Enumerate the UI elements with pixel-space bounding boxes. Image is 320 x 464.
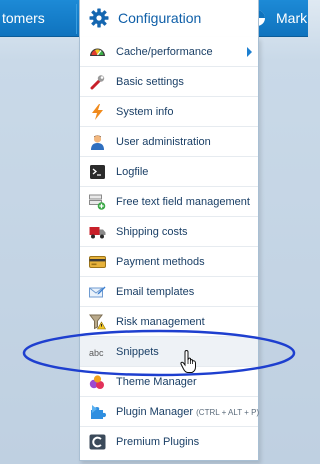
menu-item-premium-plugins[interactable]: Premium Plugins	[80, 427, 258, 457]
top-nav-customers-label: tomers	[2, 10, 45, 26]
menu-item-label: Shipping costs	[116, 226, 188, 238]
top-nav-configuration[interactable]: Configuration	[79, 0, 259, 38]
menu-item-label: Basic settings	[116, 76, 184, 88]
truck-icon	[89, 227, 106, 239]
keyboard-shortcut-hint: (CTRL + ALT + P)	[196, 408, 260, 417]
top-nav-marketing-label: Mark	[276, 10, 308, 26]
gear-icon	[89, 8, 109, 28]
menu-item-user-administration[interactable]: User administration	[80, 127, 258, 157]
submenu-arrow-icon	[247, 47, 252, 57]
theme-icon	[89, 375, 104, 389]
menu-item-free-text-field-management[interactable]: Free text field management	[80, 187, 258, 217]
svg-text:abc: abc	[89, 348, 104, 358]
menu-item-plugin-manager[interactable]: Plugin Manager (CTRL + ALT + P)	[80, 397, 259, 427]
menu-item-label: Theme Manager	[116, 376, 197, 388]
top-nav-marketing[interactable]: Mark	[276, 0, 307, 37]
credit-card-icon	[89, 256, 106, 268]
text-field-add-icon	[89, 194, 106, 210]
wrench-icon	[90, 75, 105, 90]
abc-icon: abc	[89, 348, 104, 358]
menu-item-label: Snippets	[116, 346, 159, 358]
top-nav-customers[interactable]: tomers	[2, 0, 45, 37]
funnel-warning-icon	[89, 314, 106, 330]
menu-item-system-info[interactable]: System info	[80, 97, 258, 127]
menu-item-label: System info	[116, 106, 174, 118]
menu-item-logfile[interactable]: Logfile	[80, 157, 258, 187]
menu-item-theme-manager[interactable]: Theme Manager	[80, 367, 258, 397]
menu-item-label: User administration	[116, 136, 211, 148]
top-nav-divider	[76, 4, 77, 34]
menu-item-risk-management[interactable]: Risk management	[80, 307, 258, 337]
menu-item-label: Premium Plugins	[116, 436, 200, 448]
gauge-icon	[90, 48, 105, 56]
configuration-dropdown-menu: Cache/performance Basic settings System …	[79, 37, 259, 461]
menu-item-label: Risk management	[116, 316, 205, 328]
hand-cursor-icon	[180, 350, 196, 373]
menu-item-payment-methods[interactable]: Payment methods	[80, 247, 258, 277]
menu-item-label: Free text field management	[116, 196, 250, 208]
email-template-icon	[89, 286, 106, 298]
menu-item-label-group: Plugin Manager (CTRL + ALT + P)	[116, 406, 259, 418]
menu-item-label: Payment methods	[116, 256, 205, 268]
premium-plugin-icon	[89, 434, 106, 450]
top-nav-configuration-label: Configuration	[118, 10, 202, 26]
terminal-icon	[90, 165, 105, 179]
lightning-icon	[92, 104, 103, 120]
menu-item-basic-settings[interactable]: Basic settings	[80, 67, 258, 97]
menu-item-label: Logfile	[116, 166, 149, 178]
puzzle-icon	[91, 405, 106, 419]
menu-item-label: Plugin Manager	[116, 406, 194, 418]
user-icon	[91, 135, 104, 150]
menu-item-label: Email templates	[116, 286, 195, 298]
menu-item-email-templates[interactable]: Email templates	[80, 277, 258, 307]
menu-item-shipping-costs[interactable]: Shipping costs	[80, 217, 258, 247]
menu-item-cache-performance[interactable]: Cache/performance	[80, 37, 258, 67]
menu-item-snippets[interactable]: abc Snippets	[80, 337, 258, 367]
menu-item-label: Cache/performance	[116, 46, 213, 58]
